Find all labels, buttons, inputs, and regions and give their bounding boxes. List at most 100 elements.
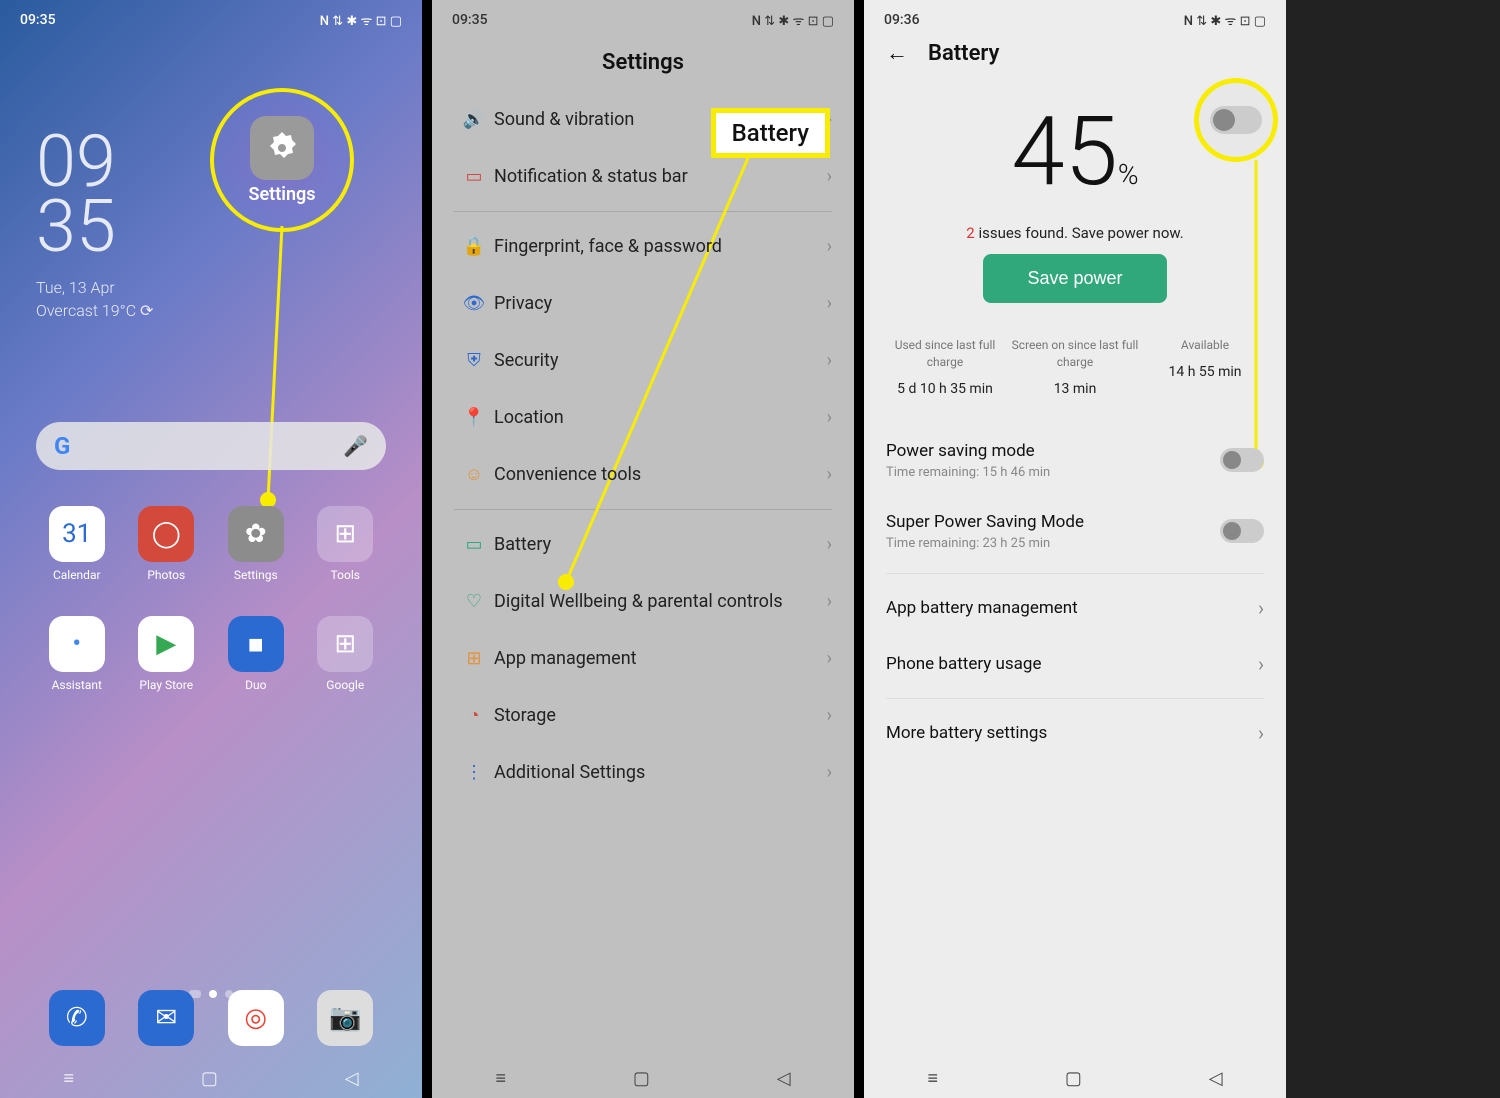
- stat-item: Screen on since last full charge13 min: [1010, 337, 1140, 397]
- nav-home-icon[interactable]: ▢: [633, 1068, 650, 1089]
- issues-text: 2 issues found. Save power now.: [864, 224, 1286, 242]
- stat-item: Available14 h 55 min: [1140, 337, 1270, 397]
- app-phone[interactable]: ✆: [32, 990, 122, 1046]
- nav-back-icon[interactable]: ◁: [777, 1068, 791, 1089]
- app-assistant[interactable]: •Assistant: [32, 616, 122, 692]
- row-icon: ◔: [454, 705, 494, 726]
- battery-row-power-saving-mode[interactable]: Power saving mode Time remaining: 15 h 46…: [864, 425, 1286, 496]
- app-play-store[interactable]: ▶Play Store: [122, 616, 212, 692]
- settings-screen: 09:35 N ⇅ ✱ ᯤ ⊡ ▢ Settings Battery 🔊Soun…: [432, 0, 854, 1098]
- status-bar: 09:35 N ⇅ ✱ ᯤ ⊡ ▢: [432, 0, 854, 40]
- chevron-right-icon: ›: [827, 705, 832, 726]
- app-messages[interactable]: ✉: [122, 990, 212, 1046]
- nav-home-icon[interactable]: ▢: [201, 1068, 218, 1089]
- status-icons: N ⇅ ✱ ᯤ ⊡ ▢: [320, 11, 402, 29]
- row-title: Power saving mode: [886, 441, 1220, 461]
- app-chrome[interactable]: ◎: [211, 990, 301, 1046]
- row-title: Super Power Saving Mode: [886, 512, 1220, 532]
- row-icon: ☺: [454, 464, 494, 485]
- nav-back-icon[interactable]: ◁: [345, 1068, 359, 1089]
- app-label: Google: [326, 678, 364, 692]
- row-icon: ♡: [454, 591, 494, 612]
- photos-icon: ◯: [138, 506, 194, 562]
- row-title: Phone battery usage: [886, 654, 1258, 674]
- nav-back-icon[interactable]: ◁: [1209, 1068, 1223, 1089]
- nav-recent-icon[interactable]: ≡: [63, 1068, 74, 1089]
- settings-row-privacy[interactable]: 👁Privacy›: [432, 275, 854, 332]
- stat-label: Used since last full charge: [880, 337, 1010, 371]
- row-icon: 🔊: [454, 109, 494, 130]
- percent-symbol: %: [1118, 158, 1139, 191]
- toggle-knob-icon: [1223, 522, 1241, 540]
- app-row-2: •Assistant▶Play Store■Duo⊞Google: [0, 616, 422, 692]
- battery-row-more-battery-settings[interactable]: More battery settings›: [864, 705, 1286, 761]
- toggle-switch[interactable]: [1220, 448, 1264, 472]
- gear-icon: [250, 116, 314, 180]
- nav-home-icon[interactable]: ▢: [1065, 1068, 1082, 1089]
- stat-item: Used since last full charge5 d 10 h 35 m…: [880, 337, 1010, 397]
- settings-row-convenience-tools[interactable]: ☺Convenience tools›: [432, 446, 854, 503]
- battery-row-super-power-saving-mode[interactable]: Super Power Saving Mode Time remaining: 2…: [864, 496, 1286, 567]
- settings-row-app-management[interactable]: ⊞App management›: [432, 630, 854, 687]
- app-label: Play Store: [139, 678, 193, 692]
- row-icon: ▭: [454, 166, 494, 187]
- back-arrow-icon[interactable]: ←: [886, 40, 908, 66]
- settings-row-additional-settings[interactable]: ⋮Additional Settings›: [432, 744, 854, 801]
- settings-row-security[interactable]: ⛨Security›: [432, 332, 854, 389]
- settings-callout[interactable]: Settings: [210, 88, 354, 232]
- toggle-off-icon: [1210, 106, 1262, 134]
- chevron-right-icon: ›: [827, 166, 832, 187]
- app-photos[interactable]: ◯Photos: [122, 506, 212, 582]
- clock-widget[interactable]: 09 35 Tue, 13 Apr Overcast 19°C ⟳: [36, 130, 153, 320]
- dock: ✆✉ ◎ 📷: [0, 990, 422, 1046]
- app-duo[interactable]: ■Duo: [211, 616, 301, 692]
- status-icons: N ⇅ ✱ ᯤ ⊡ ▢: [752, 11, 834, 29]
- chevron-right-icon: ›: [1258, 652, 1264, 676]
- settings-row-fingerprint-face-password[interactable]: 🔒Fingerprint, face & password›: [432, 218, 854, 275]
- row-icon: 👁: [454, 293, 494, 314]
- settings-list: 🔊Sound & vibration›▭Notification & statu…: [432, 91, 854, 801]
- battery-row-app-battery-management[interactable]: App battery management›: [864, 580, 1286, 636]
- app-calendar[interactable]: 31Calendar: [32, 506, 122, 582]
- row-label: Security: [494, 350, 827, 371]
- settings-row-battery[interactable]: ▭Battery›: [432, 516, 854, 573]
- row-subtitle: Time remaining: 15 h 46 min: [886, 465, 1220, 480]
- app-camera[interactable]: 📷: [301, 990, 391, 1046]
- row-label: Fingerprint, face & password: [494, 236, 827, 257]
- chevron-right-icon: ›: [827, 534, 832, 555]
- nav-recent-icon[interactable]: ≡: [927, 1068, 938, 1089]
- google-search-bar[interactable]: G 🎤: [36, 422, 386, 470]
- status-time: 09:36: [884, 12, 920, 28]
- chrome-icon: ◎: [228, 990, 284, 1046]
- app-label: Settings: [234, 568, 278, 582]
- calendar-icon: 31: [49, 506, 105, 562]
- battery-options: Power saving mode Time remaining: 15 h 46…: [864, 425, 1286, 761]
- app-tools[interactable]: ⊞Tools: [301, 506, 391, 582]
- stat-value: 13 min: [1010, 381, 1140, 397]
- home-screen: 09:35 N ⇅ ✱ ᯤ ⊡ ▢ 09 35 Tue, 13 Apr Over…: [0, 0, 422, 1098]
- row-label: Digital Wellbeing & parental controls: [494, 591, 827, 612]
- settings-row-location[interactable]: 📍Location›: [432, 389, 854, 446]
- row-icon: ⛨: [454, 350, 494, 371]
- row-icon: ▭: [454, 534, 494, 555]
- battery-row-phone-battery-usage[interactable]: Phone battery usage›: [864, 636, 1286, 692]
- mic-icon[interactable]: 🎤: [343, 434, 368, 458]
- row-subtitle: Time remaining: 23 h 25 min: [886, 536, 1220, 551]
- row-icon: 📍: [454, 407, 494, 428]
- chevron-right-icon: ›: [1258, 596, 1264, 620]
- app-google[interactable]: ⊞Google: [301, 616, 391, 692]
- app-settings[interactable]: ✿Settings: [211, 506, 301, 582]
- settings-row-digital-wellbeing-parental-controls[interactable]: ♡Digital Wellbeing & parental controls›: [432, 573, 854, 630]
- status-icons: N ⇅ ✱ ᯤ ⊡ ▢: [1184, 11, 1266, 29]
- toggle-switch[interactable]: [1220, 519, 1264, 543]
- page-title: Battery: [928, 41, 999, 66]
- toggle-callout: [1194, 78, 1278, 162]
- save-power-button[interactable]: Save power: [983, 254, 1166, 303]
- google-logo-icon: G: [54, 432, 70, 460]
- nav-recent-icon[interactable]: ≡: [495, 1068, 506, 1089]
- chevron-right-icon: ›: [827, 762, 832, 783]
- settings-row-storage[interactable]: ◔Storage›: [432, 687, 854, 744]
- chevron-right-icon: ›: [827, 648, 832, 669]
- status-bar: 09:35 N ⇅ ✱ ᯤ ⊡ ▢: [0, 0, 422, 40]
- app-row-1: 31Calendar◯Photos✿Settings⊞Tools: [0, 506, 422, 582]
